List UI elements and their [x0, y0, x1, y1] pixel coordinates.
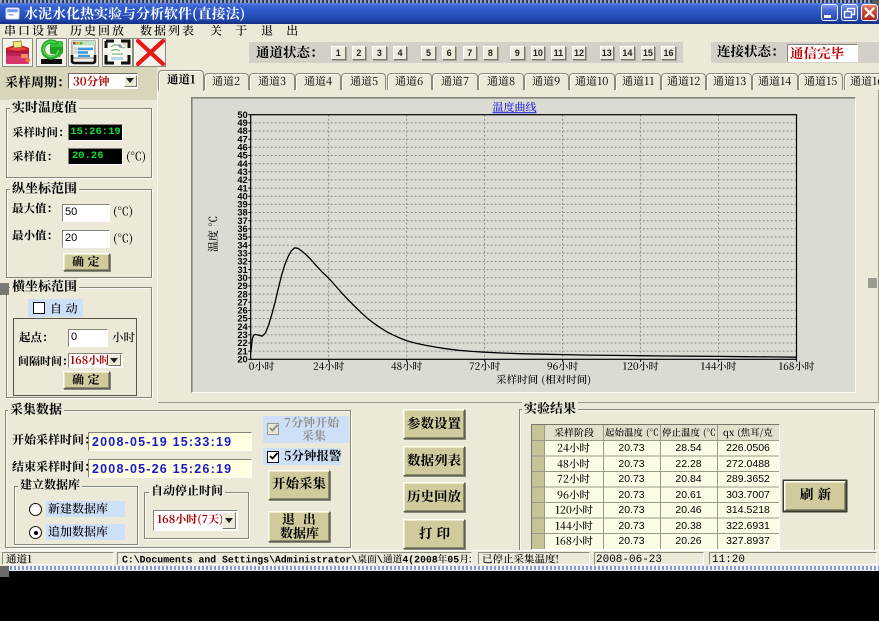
svg-text:50: 50 [237, 110, 247, 120]
